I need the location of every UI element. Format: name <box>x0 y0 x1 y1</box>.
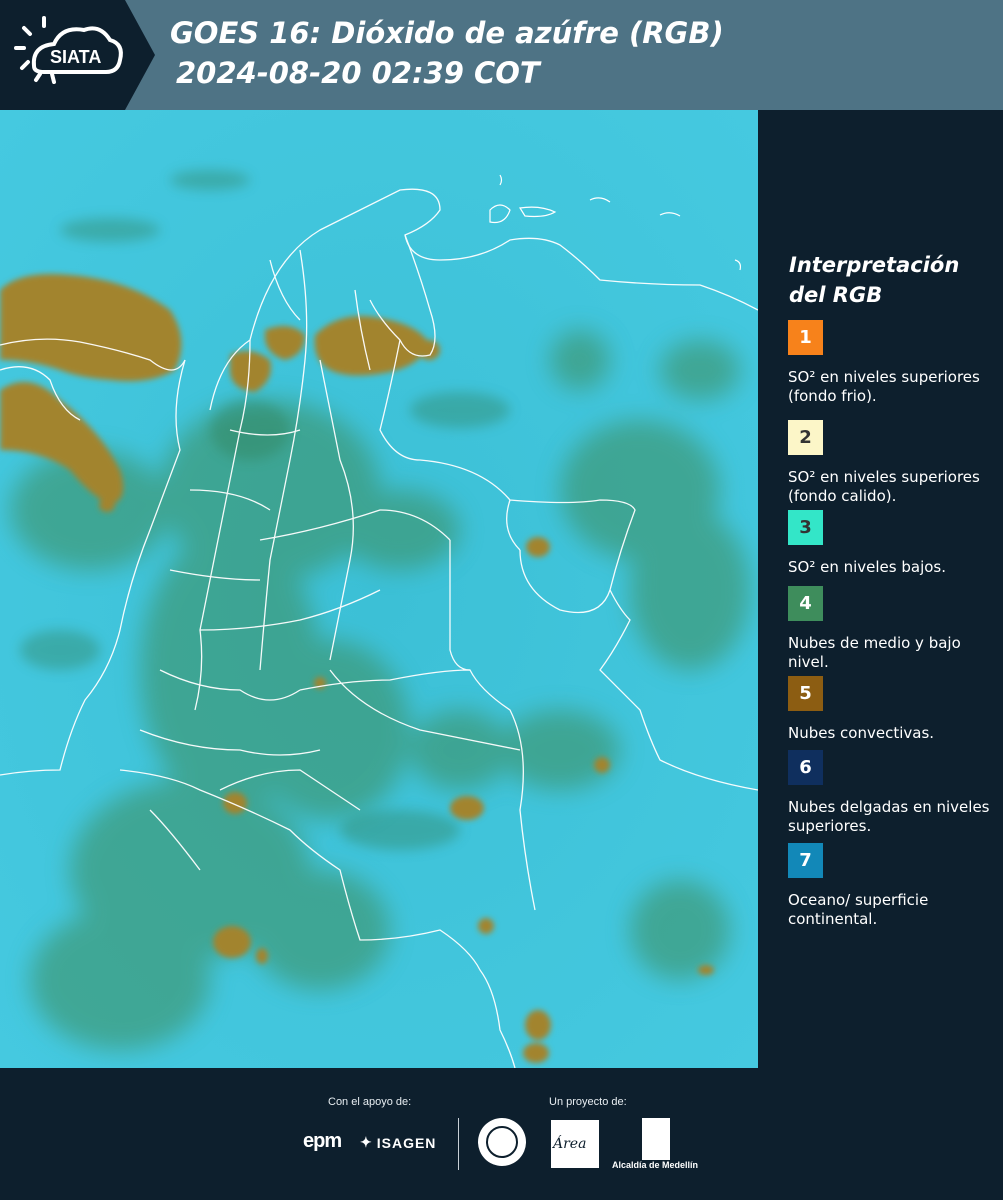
legend-item-2: 2 SO² en niveles superiores (fondo calid… <box>788 420 998 506</box>
legend-item-5: 5 Nubes convectivas. <box>788 676 998 743</box>
footer: Con el apoyo de: epm ✦ ISAGEN Un proyect… <box>0 1068 1003 1200</box>
satellite-image <box>0 110 758 1068</box>
alcaldia-shield-icon <box>642 1118 670 1160</box>
legend-title: Interpretación del RGB <box>789 253 960 307</box>
area-logo-text: Área <box>553 1136 587 1152</box>
support-label: Con el apoyo de: <box>328 1096 412 1108</box>
legend-item-label: Nubes convectivas. <box>788 724 935 742</box>
page-title: GOES 16: Dióxido de azúfre (RGB) <box>170 16 724 50</box>
legend-item-label: SO² en niveles bajos. <box>788 558 947 576</box>
image-timestamp: 2024-08-20 02:39 COT <box>176 56 540 90</box>
legend-item-label: Nubes delgadas en niveles superiores. <box>788 798 990 835</box>
legend-item-3: 3 SO² en niveles bajos. <box>788 510 998 577</box>
legend-swatch: 1 <box>788 320 823 355</box>
header-bar: SIATA GOES 16: Dióxido de azúfre (RGB) 2… <box>0 0 1003 110</box>
isagen-label: ISAGEN <box>376 1134 437 1151</box>
siata-logo: SIATA <box>0 0 155 110</box>
svg-text:SIATA: SIATA <box>50 47 101 67</box>
legend-swatch: 6 <box>788 750 823 785</box>
isagen-logo: ✦ ISAGEN <box>360 1134 436 1151</box>
legend-item-label: SO² en niveles superiores (fondo calido)… <box>788 468 980 505</box>
project-label: Un proyecto de: <box>549 1096 627 1108</box>
legend-swatch: 2 <box>788 420 823 455</box>
isagen-icon: ✦ <box>360 1134 373 1150</box>
legend-item-1: 1 SO² en niveles superiores (fondo frio)… <box>788 320 998 406</box>
satellite-map[interactable] <box>0 110 758 1068</box>
legend-item-label: Nubes de medio y bajo nivel. <box>788 634 961 671</box>
medellin-seal-icon <box>478 1118 526 1166</box>
legend-item-4: 4 Nubes de medio y bajo nivel. <box>788 586 998 672</box>
epm-logo: epm <box>303 1130 342 1152</box>
legend-item-label: Oceano/ superficie continental. <box>788 891 929 928</box>
sun-cloud-icon: SIATA <box>14 16 123 84</box>
rgb-legend: Interpretación del RGB 1 SO² en niveles … <box>758 110 1003 1068</box>
alcaldia-label: Alcaldía de Medellín <box>612 1160 699 1170</box>
legend-item-7: 7 Oceano/ superficie continental. <box>788 843 998 929</box>
legend-swatch: 5 <box>788 676 823 711</box>
legend-swatch: 4 <box>788 586 823 621</box>
legend-swatch: 3 <box>788 510 823 545</box>
legend-item-label: SO² en niveles superiores (fondo frio). <box>788 368 980 405</box>
legend-swatch: 7 <box>788 843 823 878</box>
footer-divider <box>458 1118 459 1170</box>
legend-item-6: 6 Nubes delgadas en niveles superiores. <box>788 750 998 836</box>
